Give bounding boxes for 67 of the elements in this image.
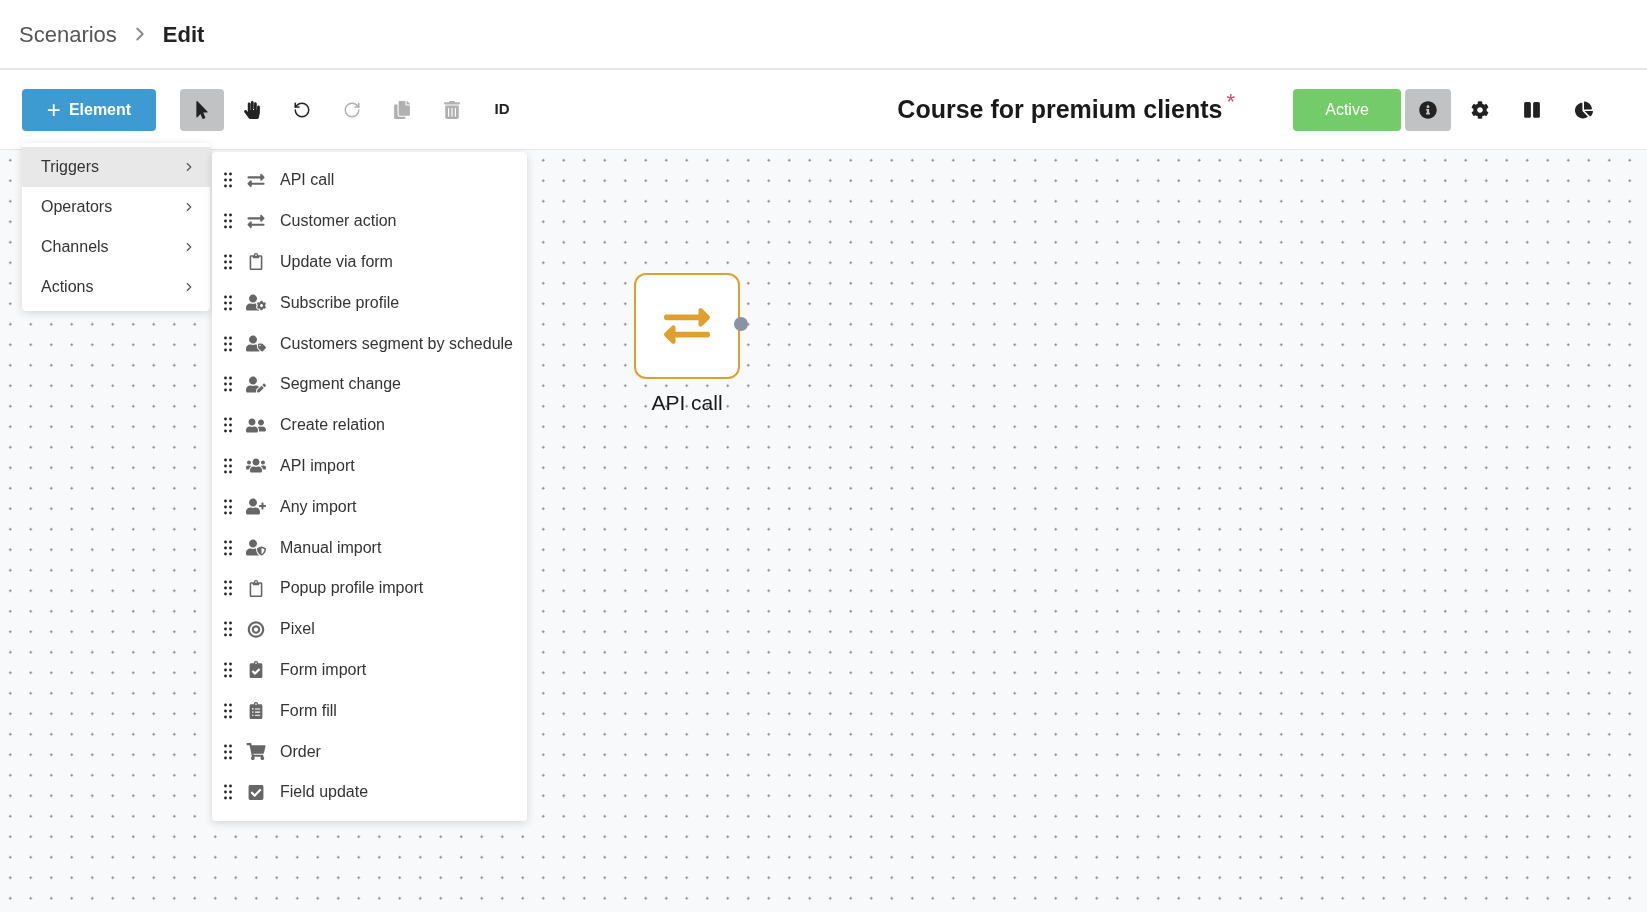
trigger-item[interactable]: Field update [280,780,369,805]
drag-handle-icon[interactable] [224,784,232,801]
trigger-item[interactable]: Form fill [280,698,337,723]
checkbox-icon [246,783,266,801]
trigger-item[interactable]: Customers segment by schedule [280,331,513,356]
trigger-item[interactable]: Create relation [280,413,385,438]
redo-icon [343,100,361,119]
drag-handle-icon[interactable] [224,661,232,678]
pie-chart-icon [1575,100,1593,119]
drag-handle-icon[interactable] [224,376,232,393]
menu-item[interactable]: Channels [22,227,210,267]
drag-handle-icon[interactable] [224,580,232,597]
trigger-item[interactable]: Update via form [280,250,393,274]
users-icon [246,457,266,475]
connector-port[interactable] [734,317,748,331]
hand-icon [243,100,261,119]
scenario-title: Course for premium clients [897,93,1223,125]
drag-handle-icon[interactable] [224,498,232,515]
trigger-item[interactable]: Any import [280,494,357,519]
exchange-arrows-icon [246,212,266,230]
node-label: API call [651,390,723,416]
user-gear-icon [246,294,266,312]
info-icon [1419,100,1437,119]
settings-icon [1471,100,1489,119]
menu-item[interactable]: Actions [22,267,210,307]
pause-icon [1523,100,1541,119]
trigger-item[interactable]: Order [280,739,321,764]
node-card[interactable] [634,273,740,379]
breadcrumb-link[interactable]: Scenarios [19,17,117,51]
trigger-item[interactable]: API call [280,168,335,193]
trigger-item[interactable]: Popup profile import [280,576,424,601]
id-toggle-button[interactable]: ID [480,88,524,131]
trigger-item[interactable]: Subscribe profile [280,290,400,315]
drag-handle-icon[interactable] [224,702,232,719]
copy-icon [393,100,411,119]
exchange-arrows-icon [246,171,266,189]
trigger-item[interactable]: Segment change [280,372,401,397]
user-edit-icon [246,375,266,393]
user-shield-icon [246,539,266,557]
trigger-item[interactable]: Customer action [280,209,397,234]
trigger-item[interactable]: Pixel [280,617,315,642]
drag-handle-icon[interactable] [224,621,232,638]
drag-handle-icon[interactable] [224,417,232,434]
menu-item[interactable]: Operators [22,187,210,227]
drag-handle-icon[interactable] [224,457,232,474]
breadcrumb-current: Edit [162,20,205,49]
drag-handle-icon[interactable] [224,743,232,760]
trigger-item[interactable]: Manual import [280,535,382,560]
drag-handle-icon[interactable] [224,172,232,189]
trigger-item[interactable]: Form import [280,657,367,682]
undo-icon [293,100,311,119]
info-button[interactable] [1405,88,1451,131]
target-icon [246,620,266,638]
users-icon [246,416,266,434]
drag-handle-icon[interactable] [224,335,232,352]
drag-handle-icon[interactable] [224,294,232,311]
cart-icon [246,743,266,761]
user-tag-icon [246,335,266,353]
drag-handle-icon[interactable] [224,213,232,230]
pointer-tool-button[interactable] [180,88,224,131]
trigger-item[interactable]: API import [280,453,355,478]
menu-item[interactable]: Triggers [22,147,210,187]
unsaved-marker: * [1226,90,1235,113]
drag-handle-icon[interactable] [224,539,232,556]
delete-icon [443,100,461,119]
user-plus-icon [246,498,266,516]
drag-handle-icon[interactable] [224,254,232,270]
